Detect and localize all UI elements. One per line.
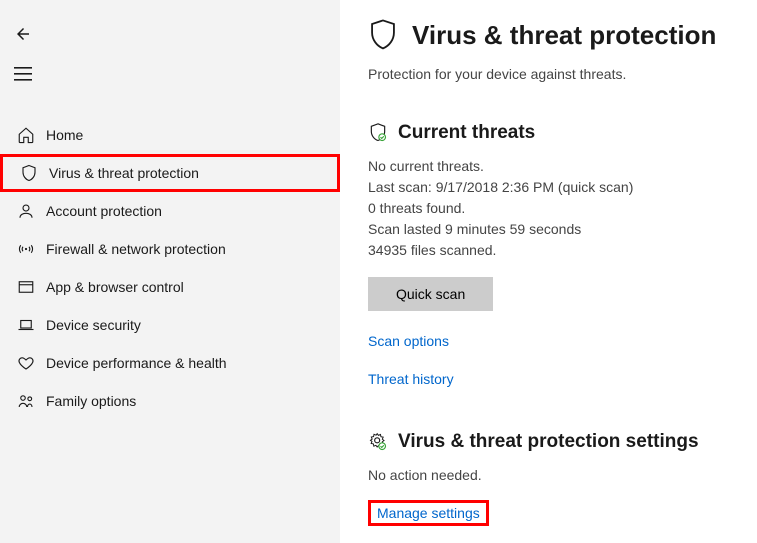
back-button[interactable] bbox=[14, 18, 46, 50]
sidebar-item-performance[interactable]: Device performance & health bbox=[0, 344, 340, 382]
page-title: Virus & threat protection bbox=[412, 20, 716, 51]
threats-status: No current threats. bbox=[368, 156, 729, 177]
sidebar-item-device-security[interactable]: Device security bbox=[0, 306, 340, 344]
home-icon bbox=[12, 126, 40, 144]
last-scan-info: Last scan: 9/17/2018 2:36 PM (quick scan… bbox=[368, 177, 729, 198]
sidebar-item-app-browser[interactable]: App & browser control bbox=[0, 268, 340, 306]
section-title: Current threats bbox=[398, 122, 535, 144]
section-title: Virus & threat protection settings bbox=[398, 431, 699, 453]
scan-duration: Scan lasted 9 minutes 59 seconds bbox=[368, 219, 729, 240]
settings-status: No action needed. bbox=[368, 465, 729, 486]
window-icon bbox=[12, 278, 40, 296]
settings-header: Virus & threat protection settings bbox=[368, 431, 729, 453]
shield-icon bbox=[15, 164, 43, 182]
sidebar-item-firewall[interactable]: Firewall & network protection bbox=[0, 230, 340, 268]
hamburger-icon bbox=[14, 67, 32, 81]
sidebar-item-label: App & browser control bbox=[46, 279, 184, 295]
page-subtitle: Protection for your device against threa… bbox=[368, 66, 729, 82]
threat-history-link[interactable]: Threat history bbox=[368, 371, 729, 387]
shield-check-icon bbox=[368, 122, 388, 144]
sidebar-item-label: Device performance & health bbox=[46, 355, 227, 371]
threats-found: 0 threats found. bbox=[368, 198, 729, 219]
sidebar-item-label: Home bbox=[46, 127, 83, 143]
scan-options-link[interactable]: Scan options bbox=[368, 333, 449, 349]
sidebar-item-label: Family options bbox=[46, 393, 136, 409]
sidebar-item-virus-threat[interactable]: Virus & threat protection bbox=[0, 154, 340, 192]
shield-icon bbox=[368, 18, 398, 52]
heart-icon bbox=[12, 354, 40, 372]
settings-section: Virus & threat protection settings No ac… bbox=[368, 431, 729, 526]
sidebar-item-family[interactable]: Family options bbox=[0, 382, 340, 420]
arrow-left-icon bbox=[14, 25, 32, 43]
nav-list: Home Virus & threat protection Account p… bbox=[0, 112, 340, 420]
antenna-icon bbox=[12, 240, 40, 258]
sidebar-item-label: Account protection bbox=[46, 203, 162, 219]
page-header: Virus & threat protection bbox=[368, 18, 729, 52]
sidebar-item-label: Firewall & network protection bbox=[46, 241, 226, 257]
manage-settings-highlight: Manage settings bbox=[368, 500, 489, 526]
main-content: Virus & threat protection Protection for… bbox=[340, 0, 757, 543]
menu-button[interactable] bbox=[14, 58, 46, 90]
sidebar-item-label: Device security bbox=[46, 317, 141, 333]
person-icon bbox=[12, 202, 40, 220]
sidebar: Home Virus & threat protection Account p… bbox=[0, 0, 340, 543]
current-threats-header: Current threats bbox=[368, 122, 729, 144]
files-scanned: 34935 files scanned. bbox=[368, 240, 729, 261]
sidebar-item-label: Virus & threat protection bbox=[49, 165, 199, 181]
manage-settings-link[interactable]: Manage settings bbox=[377, 505, 480, 521]
top-controls bbox=[0, 12, 340, 112]
quick-scan-button[interactable]: Quick scan bbox=[368, 277, 493, 311]
gear-check-icon bbox=[368, 431, 388, 453]
sidebar-item-home[interactable]: Home bbox=[0, 116, 340, 154]
family-icon bbox=[12, 392, 40, 410]
sidebar-item-account[interactable]: Account protection bbox=[0, 192, 340, 230]
laptop-icon bbox=[12, 316, 40, 334]
